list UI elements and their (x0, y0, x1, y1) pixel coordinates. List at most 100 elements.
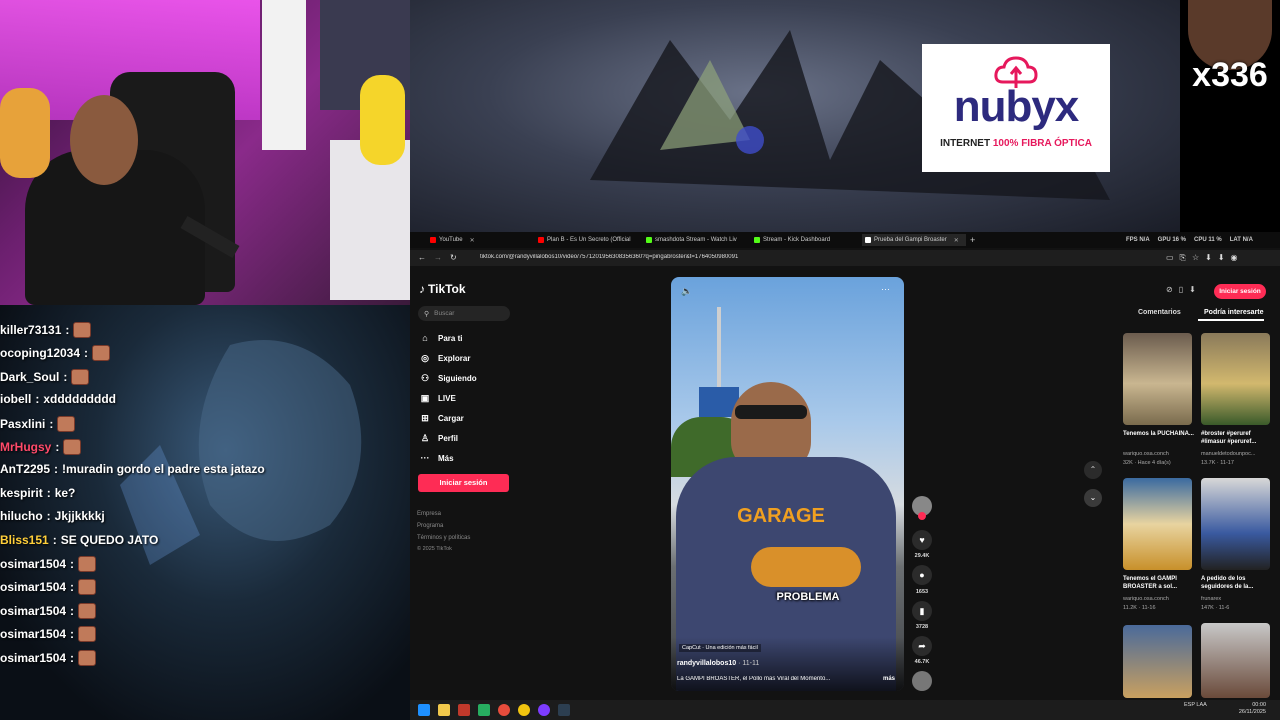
suggested-thumb-2[interactable] (1201, 333, 1270, 425)
tiktok-logo[interactable]: ♪ TikTok (419, 282, 466, 296)
app-icon-4[interactable] (538, 704, 550, 716)
chat-username: MrHugsy (0, 440, 52, 454)
tab-youtube[interactable]: YouTube ✕ (430, 234, 538, 246)
reload-icon[interactable]: ↻ (450, 253, 457, 262)
close-icon[interactable]: ✕ (470, 237, 475, 244)
sponsor-tagline: INTERNET 100% FIBRA ÓPTICA (940, 138, 1092, 149)
chat-separator: : (65, 323, 70, 337)
volume-icon[interactable]: 🔈 (681, 286, 692, 297)
chevron-down-icon[interactable]: ⌄ (1084, 489, 1102, 507)
search-bar[interactable]: ⚲ Buscar (418, 306, 510, 321)
nav-siguiendo[interactable]: ⚇ Siguiendo (420, 373, 477, 383)
capcut-badge[interactable]: CapCut · Una edición más fácil (679, 644, 761, 652)
login-button[interactable]: Iniciar sesión (418, 474, 509, 492)
search-input[interactable]: Buscar (434, 310, 454, 317)
new-tab-button[interactable]: + (970, 234, 980, 246)
suggested-title-1[interactable]: Tenemos la PUCHAINA... (1123, 430, 1195, 438)
tab-podria-interesarte[interactable]: Podría interesarte (1204, 309, 1264, 316)
suggested-author-3[interactable]: wariquo.osa.conch (1123, 596, 1195, 602)
suggested-thumb-5[interactable] (1123, 625, 1192, 698)
url-input[interactable]: tiktok.com/@randyvillalobos10/video/7571… (480, 254, 1080, 260)
tab-tiktok-active[interactable]: Prueba del Gampi Broaster ✕ (862, 234, 966, 246)
address-bar: ← → ↻ tiktok.com/@randyvillalobos10/vide… (410, 250, 1280, 266)
chrome-icon[interactable] (518, 704, 530, 716)
reaction-cam (1180, 0, 1280, 232)
nav-para-ti[interactable]: ⌂ Para ti (420, 333, 462, 343)
tab-kick-dashboard[interactable]: Stream - Kick Dashboard (754, 234, 862, 246)
app-icon-1[interactable] (458, 704, 470, 716)
nav-cargar[interactable]: ⊞ Cargar (420, 413, 464, 423)
video-more-link[interactable]: más (883, 676, 895, 682)
active-tab-indicator (1198, 319, 1264, 321)
tab-label: YouTube (439, 237, 463, 243)
app-icon-2[interactable] (478, 704, 490, 716)
chat-message: osimar1504: (0, 602, 97, 619)
app-icon-3[interactable] (498, 704, 510, 716)
tab-comentarios[interactable]: Comentarios (1138, 309, 1181, 316)
suggested-author-4[interactable]: frunarex (1201, 596, 1273, 602)
footer-terminos[interactable]: Términos y políticas (417, 535, 470, 541)
suggested-title-4[interactable]: A pedido de los seguidores de la... (1201, 575, 1273, 591)
nav-label: Perfil (438, 433, 459, 443)
youtube-icon (538, 237, 544, 243)
share-button[interactable]: ➦ (912, 636, 932, 656)
back-icon[interactable]: ← (418, 253, 426, 262)
nav-perfil[interactable]: ♙ Perfil (420, 433, 458, 443)
video-author[interactable]: randyvillalobos10 · 11-11 (677, 660, 759, 667)
sound-avatar[interactable] (912, 671, 932, 691)
chat-username: osimar1504 (0, 627, 67, 642)
emote-icon (73, 322, 92, 338)
chat-message: osimar1504: (0, 626, 97, 643)
start-icon[interactable] (418, 704, 430, 716)
video-description: La GAMPI BROASTER, el Pollo mas Viral de… (677, 676, 831, 682)
chat-message: Bliss151: SE QUEDO JATO (0, 533, 158, 547)
like-button[interactable]: ♥ (912, 530, 932, 550)
save-button[interactable]: ▮ (912, 601, 932, 621)
chevron-up-icon[interactable]: ⌃ (1084, 461, 1102, 479)
chat-separator: : (54, 462, 59, 477)
right-toolbar-icons[interactable]: ⊘▯⬇ (1166, 285, 1202, 294)
file-explorer-icon[interactable] (438, 704, 450, 716)
video-more-icon[interactable]: ··· (881, 284, 890, 294)
chat-username: hilucho (0, 509, 43, 524)
right-login-button[interactable]: Iniciar sesión (1214, 284, 1266, 299)
suggested-thumb-6[interactable] (1201, 623, 1270, 698)
browser-tabbar: YouTube ✕ Plan B - Es Un Secreto (Officia… (410, 232, 1280, 248)
clock-time: 00:00 (1252, 702, 1266, 708)
language-indicator[interactable]: ESP LAA (1184, 702, 1207, 709)
video-player[interactable]: GARAGE PROBLEMA 🔈 ··· CapCut · Una edici… (671, 277, 904, 691)
suggested-thumb-4[interactable] (1201, 478, 1270, 570)
close-icon[interactable]: ✕ (954, 237, 959, 244)
follow-plus-icon[interactable] (918, 512, 926, 520)
chat-message: killer73131: (0, 322, 92, 338)
suggested-author-1[interactable]: wariquo.osa.conch (1123, 451, 1195, 457)
tab-kick-stream[interactable]: smashdota Stream - Watch Liv (646, 234, 754, 246)
suggested-author-2[interactable]: manueldetodounpoc... (1201, 451, 1273, 457)
suggested-title-2[interactable]: #broster #peruref #limasur #peruref... (1201, 430, 1273, 446)
tab-plan-b[interactable]: Plan B - Es Un Secreto (Official (538, 234, 646, 246)
nav-mas[interactable]: ··· Más (420, 453, 454, 463)
emote-icon (78, 649, 97, 666)
forward-icon[interactable]: → (434, 253, 442, 262)
footer-programa[interactable]: Programa (417, 523, 443, 529)
suggested-thumb-1[interactable] (1123, 333, 1192, 425)
clock-date: 26/11/2025 (1238, 709, 1266, 715)
chat-separator: : (70, 580, 75, 595)
chat-text: SE QUEDO JATO (60, 532, 159, 547)
kick-icon (754, 237, 760, 243)
steam-icon[interactable] (558, 704, 570, 716)
cpu-stat: CPU 11 % (1194, 237, 1222, 243)
toolbar-icons[interactable]: ▭⎘☆⬇⬇◉ (1166, 253, 1244, 263)
author-name[interactable]: randyvillalobos10 (677, 660, 736, 667)
comment-button[interactable]: ● (912, 565, 932, 585)
chat-message: ocoping12034: (0, 345, 111, 362)
nav-explorar[interactable]: ◎ Explorar (420, 353, 470, 363)
counter-label: x336 (1192, 56, 1268, 94)
suggested-thumb-3[interactable] (1123, 478, 1192, 570)
emote-icon (78, 602, 97, 619)
footer-empresa[interactable]: Empresa (417, 511, 441, 517)
clock[interactable]: 00:00 26/11/2025 (1226, 702, 1266, 716)
chat-separator: : (49, 416, 54, 431)
suggested-title-3[interactable]: Tenemos el GAMPI BROASTER a sol... (1123, 575, 1195, 591)
nav-live[interactable]: ▣ LIVE (420, 393, 456, 403)
